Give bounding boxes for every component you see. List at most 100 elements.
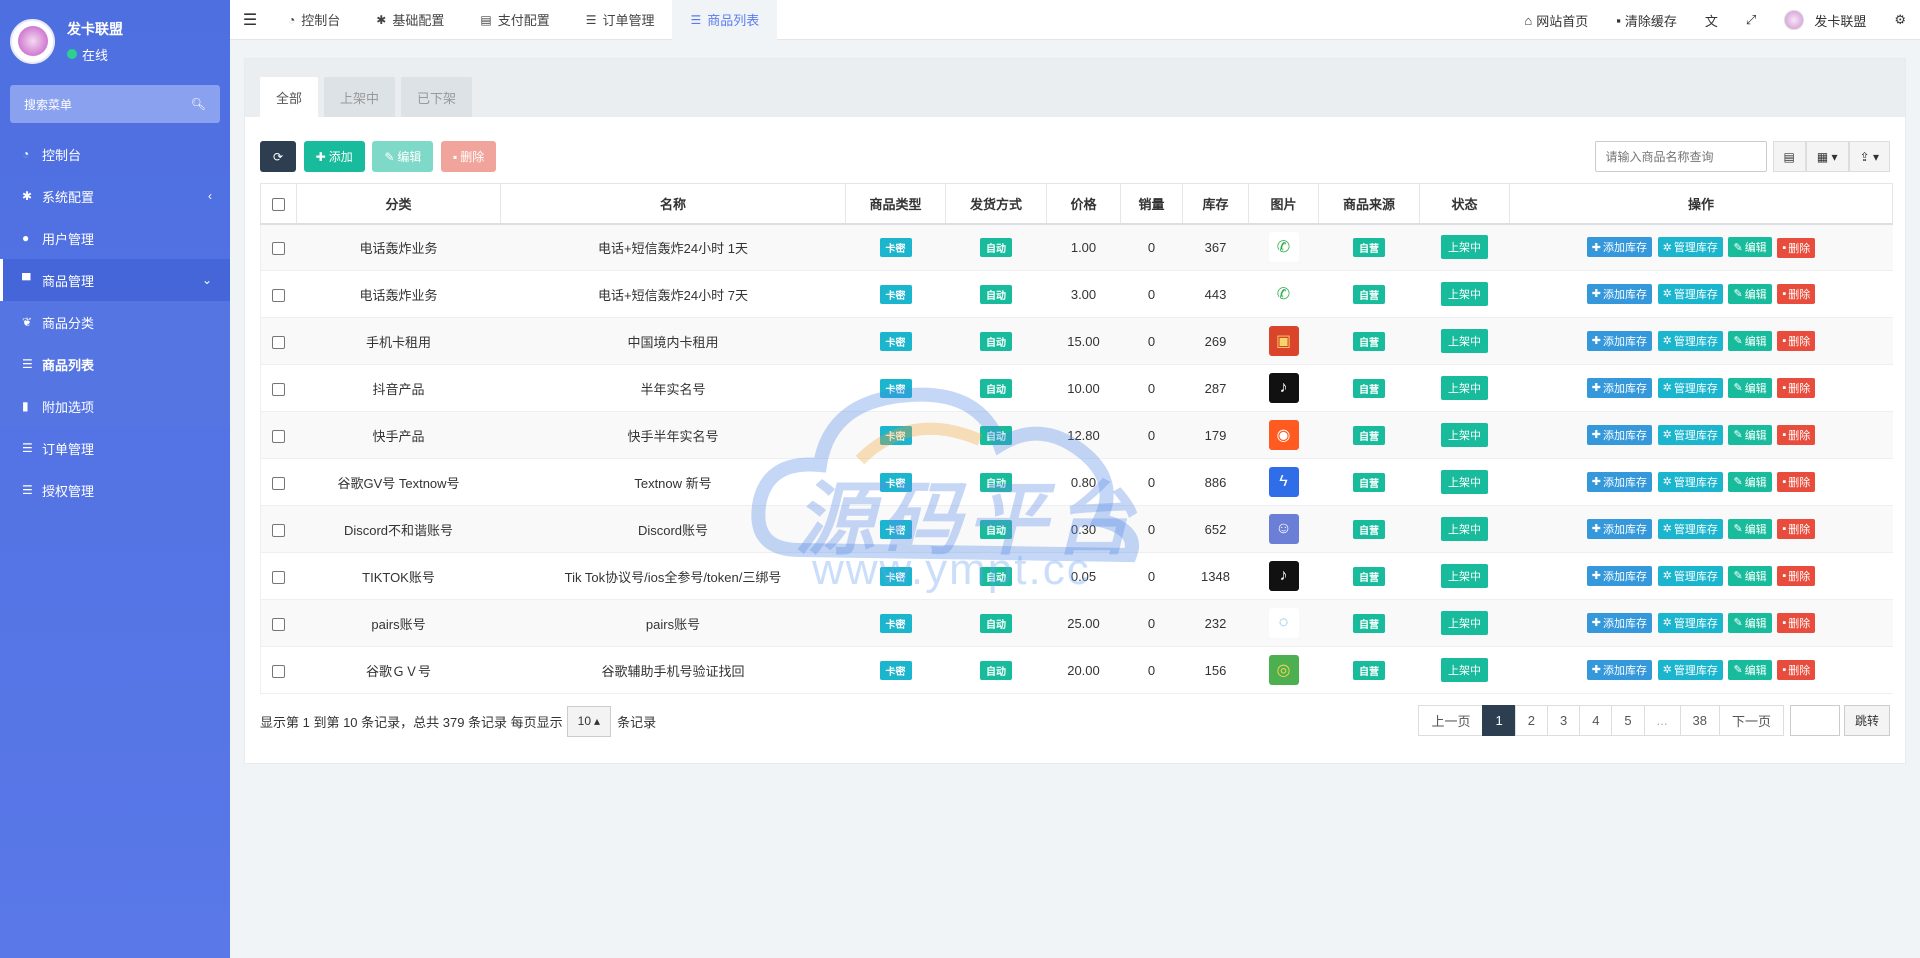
menu-search-input[interactable]: 搜索菜单 🔍︎ [10, 85, 220, 123]
tab-dashboard[interactable]: ◔ 控制台 [270, 0, 358, 40]
add-stock-button[interactable]: ✚ 添加库存 [1586, 283, 1652, 304]
row-checkbox[interactable] [272, 523, 286, 537]
column-header[interactable]: 库存 [1182, 183, 1249, 225]
sidebar-item-orders[interactable]: ☰ 订单管理 [0, 427, 230, 469]
page-button[interactable]: 4 [1579, 705, 1613, 736]
textnow-icon[interactable]: ϟ [1268, 467, 1299, 497]
row-edit-button[interactable]: ✎ 编辑 [1728, 565, 1772, 586]
page-button[interactable]: 2 [1514, 705, 1548, 736]
row-delete-button[interactable]: ▪ 删除 [1777, 331, 1816, 352]
status-badge[interactable]: 上架中 [1441, 564, 1488, 588]
manage-stock-button[interactable]: ✲ 管理库存 [1657, 283, 1723, 304]
status-badge[interactable]: 上架中 [1441, 376, 1488, 400]
status-badge[interactable]: 上架中 [1441, 282, 1488, 306]
column-header[interactable]: 商品类型 [845, 183, 946, 225]
tiktok-icon[interactable]: ♪ [1268, 561, 1299, 591]
status-badge[interactable]: 上架中 [1441, 470, 1488, 494]
chrome-icon[interactable]: ◎ [1268, 655, 1299, 685]
goods-search-input[interactable] [1594, 141, 1767, 172]
page-size-dropdown[interactable]: 10 ▴ [566, 705, 612, 737]
sidebar-item-goods-list[interactable]: ☰ 商品列表 [0, 343, 230, 385]
table-row[interactable]: 手机卡租用 中国境内卡租用 卡密 自动 15.00 0 269 ▣ 自营 上架中… [260, 317, 1893, 365]
refresh-button[interactable]: ⟳ [260, 141, 296, 172]
row-checkbox[interactable] [272, 241, 286, 255]
column-header[interactable]: 状态 [1419, 183, 1510, 225]
add-stock-button[interactable]: ✚ 添加库存 [1586, 659, 1652, 680]
next-page-button[interactable]: 下一页 [1718, 705, 1784, 736]
add-stock-button[interactable]: ✚ 添加库存 [1586, 330, 1652, 351]
add-stock-button[interactable]: ✚ 添加库存 [1586, 612, 1652, 633]
add-stock-button[interactable]: ✚ 添加库存 [1586, 518, 1652, 539]
manage-stock-button[interactable]: ✲ 管理库存 [1657, 424, 1723, 445]
row-edit-button[interactable]: ✎ 编辑 [1728, 518, 1772, 539]
table-row[interactable]: 谷歌ＧＶ号 谷歌辅助手机号验证找回 卡密 自动 20.00 0 156 ◎ 自营… [260, 646, 1893, 694]
tab-basic-config[interactable]: ✱ 基础配置 [358, 0, 462, 40]
row-delete-button[interactable]: ▪ 删除 [1777, 660, 1816, 681]
add-stock-button[interactable]: ✚ 添加库存 [1586, 565, 1652, 586]
manage-stock-button[interactable]: ✲ 管理库存 [1657, 330, 1723, 351]
sim-card-icon[interactable]: ▣ [1268, 326, 1299, 356]
table-row[interactable]: 抖音产品 半年实名号 卡密 自动 10.00 0 287 ♪ 自营 上架中 ✚ 添… [260, 364, 1893, 412]
jump-button[interactable]: 跳转 [1843, 705, 1890, 736]
status-badge[interactable]: 上架中 [1441, 517, 1488, 541]
export-button[interactable]: ⇪ ▾ [1848, 141, 1890, 172]
row-checkbox[interactable] [272, 382, 286, 396]
fullscreen-icon[interactable]: ⤢ [1732, 12, 1770, 28]
filter-tab-all[interactable]: 全部 [260, 77, 319, 117]
row-delete-button[interactable]: ▪ 删除 [1777, 378, 1816, 399]
row-delete-button[interactable]: ▪ 删除 [1777, 472, 1816, 493]
row-edit-button[interactable]: ✎ 编辑 [1728, 377, 1772, 398]
row-edit-button[interactable]: ✎ 编辑 [1728, 471, 1772, 492]
row-checkbox[interactable] [272, 335, 286, 349]
add-stock-button[interactable]: ✚ 添加库存 [1586, 237, 1652, 257]
manage-stock-button[interactable]: ✲ 管理库存 [1657, 659, 1723, 680]
row-delete-button[interactable]: ▪ 删除 [1777, 519, 1816, 540]
manage-stock-button[interactable]: ✲ 管理库存 [1657, 377, 1723, 398]
page-button[interactable]: 5 [1611, 705, 1645, 736]
language-icon[interactable]: 文 [1691, 11, 1732, 30]
filter-tab-on-sale[interactable]: 上架中 [324, 77, 396, 117]
user-menu[interactable]: 发卡联盟 [1770, 10, 1880, 30]
sidebar-item-extra-options[interactable]: ▮ 附加选项 [0, 385, 230, 427]
sidebar-item-goods-category[interactable]: ❦ 商品分类 [0, 301, 230, 343]
column-header[interactable]: 名称 [500, 183, 846, 225]
status-badge[interactable]: 上架中 [1441, 611, 1488, 635]
settings-icon[interactable]: ⚙ [1880, 12, 1920, 28]
row-checkbox[interactable] [272, 476, 286, 490]
add-stock-button[interactable]: ✚ 添加库存 [1586, 424, 1652, 445]
search-icon[interactable]: 🔍︎ [191, 97, 206, 111]
sidebar-item-dashboard[interactable]: ◔ 控制台 [0, 133, 230, 175]
delete-button[interactable]: ▪ 删除 [441, 141, 497, 172]
edit-button[interactable]: ✎ 编辑 [372, 141, 434, 172]
column-header[interactable]: 价格 [1046, 183, 1121, 225]
row-checkbox[interactable] [272, 429, 286, 443]
page-button[interactable]: 38 [1679, 705, 1720, 736]
table-row[interactable]: 电话轰炸业务 电话+短信轰炸24小时 1天 卡密 自动 1.00 0 367 ✆… [260, 223, 1893, 271]
sidebar-item-goods-management[interactable]: ▀ 商品管理 ⌄ [0, 259, 230, 301]
sidebar-item-system-config[interactable]: ✱ 系统配置 ‹ [0, 175, 230, 217]
page-button[interactable]: 3 [1546, 705, 1581, 736]
columns-button[interactable]: ▦ ▾ [1805, 141, 1849, 172]
row-checkbox[interactable] [272, 288, 286, 302]
manage-stock-button[interactable]: ✲ 管理库存 [1657, 518, 1723, 539]
prev-page-button[interactable]: 上一页 [1418, 705, 1484, 736]
row-checkbox[interactable] [272, 570, 286, 584]
kuaishou-icon[interactable]: ◉ [1268, 420, 1299, 450]
status-badge[interactable]: 上架中 [1441, 329, 1488, 353]
add-stock-button[interactable]: ✚ 添加库存 [1586, 377, 1652, 398]
manage-stock-button[interactable]: ✲ 管理库存 [1657, 612, 1723, 633]
status-badge[interactable]: 上架中 [1441, 658, 1488, 682]
row-edit-button[interactable]: ✎ 编辑 [1728, 424, 1772, 445]
table-row[interactable]: 快手产品 快手半年实名号 卡密 自动 12.80 0 179 ◉ 自营 上架中 … [260, 411, 1893, 459]
row-edit-button[interactable]: ✎ 编辑 [1728, 237, 1772, 257]
status-badge[interactable]: 上架中 [1441, 235, 1488, 260]
menu-toggle-icon[interactable]: ☰ [230, 10, 270, 30]
row-checkbox[interactable] [272, 664, 286, 678]
manage-stock-button[interactable]: ✲ 管理库存 [1657, 565, 1723, 586]
row-edit-button[interactable]: ✎ 编辑 [1728, 659, 1772, 680]
phone-icon[interactable]: ✆ [1268, 232, 1299, 263]
row-delete-button[interactable]: ▪ 删除 [1777, 566, 1816, 587]
row-delete-button[interactable]: ▪ 删除 [1777, 284, 1816, 305]
tab-payment-config[interactable]: ▤ 支付配置 [462, 0, 567, 40]
tiktok-icon[interactable]: ♪ [1268, 373, 1299, 403]
